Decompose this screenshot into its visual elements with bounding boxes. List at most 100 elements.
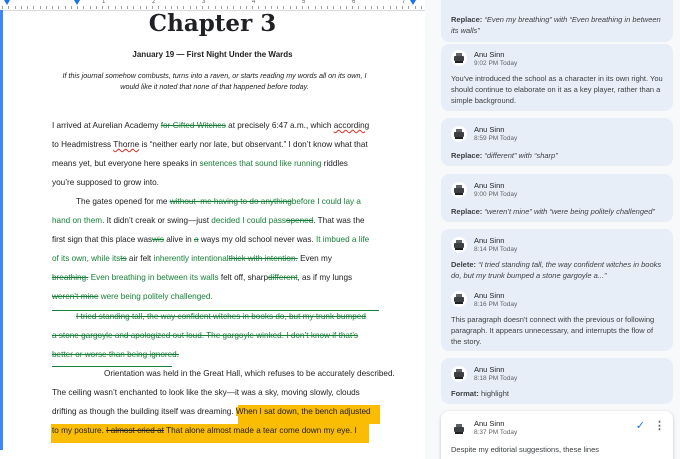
suggested-insertion[interactable]: before I could lay a (292, 197, 361, 206)
suggested-insertion[interactable]: inherently intentional (154, 254, 229, 263)
ruler-tick (289, 6, 291, 9)
text-line[interactable]: to Headmistress Thorne is “neither early… (52, 139, 368, 151)
ruler-tick (114, 6, 116, 9)
right-indent-marker[interactable] (410, 0, 416, 5)
text-line[interactable]: a stone gargoyle and apologized out loud… (52, 330, 358, 342)
text-line[interactable]: Orientation was held in the Great Hall, … (104, 368, 395, 380)
highlighted-text[interactable]: When I sat down, the bench adjusted (235, 407, 371, 416)
ruler-tick (120, 6, 122, 9)
text-line[interactable]: I tried standing tall, the way confident… (76, 311, 366, 323)
ruler-tick (258, 6, 260, 9)
comment-text: You've introduced the school as a charac… (451, 74, 663, 105)
text-line[interactable]: The gates opened for me without–me havin… (76, 196, 361, 208)
spellcheck-word[interactable]: Thorne (113, 140, 139, 149)
spellcheck-word[interactable]: according (334, 121, 370, 130)
text-run: Even my (297, 254, 332, 263)
comment-time: 9:02 PM Today (474, 60, 518, 67)
check-icon[interactable]: ✓ (636, 419, 645, 432)
text-line[interactable]: drifting as though the building itself w… (52, 406, 371, 418)
comment-thread-card[interactable]: Anu Sinn 8:14 PM Today Delete: “I tried … (441, 229, 673, 351)
text-line[interactable]: hand on them. It didn’t creak or swing—j… (52, 215, 365, 227)
text-run: ways my old school never was. (198, 235, 316, 244)
comment-time: 8:14 PM Today (474, 246, 518, 253)
ruler-tick (402, 6, 403, 9)
text-line[interactable]: The ceiling wasn’t enchanted to look lik… (52, 387, 360, 399)
ruler-number: 7 (402, 0, 406, 5)
document-canvas[interactable]: 1 2 3 4 5 6 7 Chapter 3 January 19 — Fir… (0, 0, 425, 459)
highlighted-text[interactable]: That alone (163, 426, 208, 435)
suggested-deletion[interactable]: better or worse than being ignored. (52, 350, 179, 359)
suggestion-text: Replace: “different” with “sharp” (451, 150, 665, 161)
ruler-number: 2 (152, 0, 156, 5)
more-vert-icon[interactable]: ⋮ (654, 419, 665, 432)
ruler-tick (408, 6, 410, 9)
suggestion-label: Delete: (451, 260, 477, 269)
typewriter-avatar-icon (451, 126, 467, 142)
text-line[interactable]: breathing. Even breathing in between its… (52, 272, 352, 284)
active-comment-card[interactable]: Anu Sinn 8:37 PM Today ✓ ⋮ Despite my ed… (441, 411, 673, 459)
text-line[interactable]: better or worse than being ignored. (52, 349, 179, 361)
suggested-insertion[interactable]: of its own, while its (52, 254, 120, 263)
suggested-deletion[interactable]: different (268, 273, 297, 282)
comments-panel[interactable]: Replace: “Even my breathing” with “Even … (425, 0, 680, 459)
first-line-indent-marker[interactable] (74, 0, 80, 5)
suggestion-text: Replace: “Even my breathing” with “Even … (451, 14, 665, 36)
suggested-insertion[interactable]: decided I could pass (211, 216, 286, 225)
ruler-tick (420, 6, 422, 9)
suggestion-detail: “weren’t mine” with “were being politely… (484, 207, 655, 216)
ruler-tick (370, 6, 372, 9)
text-line[interactable]: you’re supposed to grow into. (52, 177, 159, 189)
text-run: air felt (126, 254, 154, 263)
suggested-deletion[interactable]: a stone gargoyle and apologized out loud… (52, 331, 358, 340)
ruler-tick (8, 6, 10, 9)
text-line[interactable]: of its own, while itsts air felt inheren… (52, 253, 332, 265)
suggested-deletion[interactable]: thick with intention. (229, 254, 298, 263)
text-run: The ceiling wasn’t enchanted to look lik… (52, 388, 360, 397)
text-line[interactable]: to my posture. I almost cried at That al… (52, 425, 357, 437)
ruler-tick (389, 6, 391, 9)
ruler-tick (295, 6, 297, 9)
suggested-deletion[interactable]: I almost cried at (106, 426, 164, 435)
comment-card[interactable]: Anu Sinn 9:02 PM Today You've introduced… (441, 44, 673, 111)
suggested-insertion[interactable]: almost made a tear come down my eye. I (207, 426, 357, 435)
text-run: alive in (163, 235, 194, 244)
suggested-insertion[interactable]: Even breathing in between its walls (88, 273, 219, 282)
text-run: you’re supposed to grow into. (52, 178, 159, 187)
suggested-deletion[interactable]: I tried standing tall, the way confident… (76, 312, 366, 321)
typewriter-avatar-icon (451, 237, 467, 253)
suggested-deletion[interactable]: wis (152, 235, 164, 244)
suggested-deletion[interactable]: for Gifted Witches (161, 121, 226, 130)
ruler-tick (170, 6, 172, 9)
text-line[interactable]: I arrived at Aurelian Academy for Gifted… (52, 120, 369, 132)
text-line[interactable]: weren’t mine were being politely challen… (52, 291, 213, 303)
page[interactable]: Chapter 3 January 19 — First Night Under… (0, 10, 425, 459)
suggested-deletion[interactable]: opened (286, 216, 313, 225)
reply-time: 8:16 PM Today (474, 301, 518, 308)
suggested-insertion[interactable]: hand on them (52, 216, 102, 225)
chapter-title: Chapter 3 (148, 10, 277, 37)
suggested-deletion[interactable]: breathing. (52, 273, 88, 282)
suggested-insertion[interactable]: sentences that sound like running (199, 159, 321, 168)
ruler-tick (183, 6, 185, 9)
suggestion-label: Replace: (451, 207, 483, 216)
text-line[interactable]: means yet, but everyone here speaks in s… (52, 158, 348, 170)
highlighted-text[interactable]: to my posture. (52, 426, 107, 435)
suggested-insertion[interactable]: were being politely challenged. (98, 292, 213, 301)
suggestion-card[interactable]: Anu Sinn 8:59 PM Today Replace: “differe… (441, 118, 673, 166)
format-suggestion-card[interactable]: Anu Sinn 8:18 PM Today Format: highlight (441, 358, 673, 404)
deletion-paragraph-mark (52, 366, 172, 367)
text-run: riddles (321, 159, 348, 168)
comment-author: Anu Sinn (474, 365, 505, 374)
suggested-deletion[interactable]: weren’t mine (52, 292, 98, 301)
suggested-deletion[interactable]: without–me having to do anything (170, 197, 292, 206)
left-indent-marker[interactable] (4, 0, 10, 5)
suggested-insertion[interactable]: It imbued a life (316, 235, 369, 244)
ruler-tick (70, 6, 72, 9)
suggestion-card[interactable]: Anu Sinn 9:00 PM Today Replace: “weren’t… (441, 174, 673, 222)
ruler-tick (377, 6, 378, 9)
suggestion-label: Replace: (451, 151, 483, 160)
ruler-tick (139, 6, 141, 9)
text-line[interactable]: first sign that this place waswis alive … (52, 234, 369, 246)
suggestion-label: Format: (451, 389, 479, 398)
suggestion-card[interactable]: Replace: “Even my breathing” with “Even … (441, 0, 673, 42)
